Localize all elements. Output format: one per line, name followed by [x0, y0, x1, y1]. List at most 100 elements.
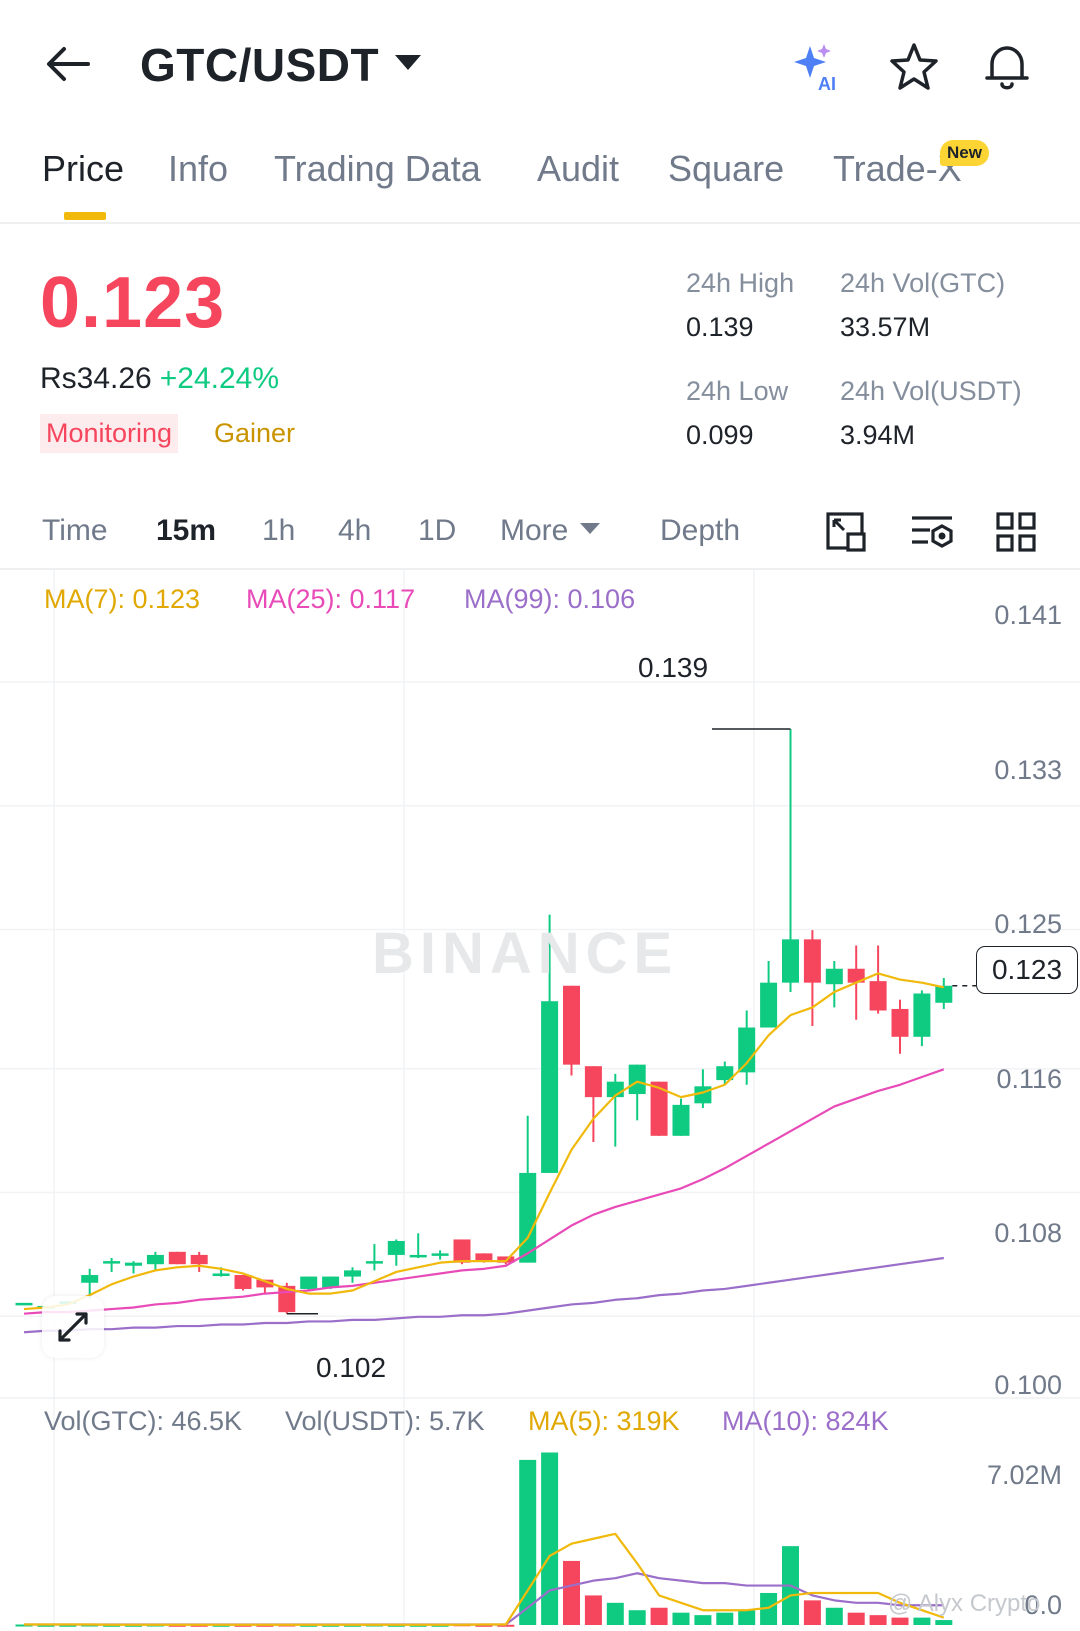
candle-body — [782, 939, 799, 983]
tab-audit[interactable]: Audit — [537, 148, 619, 190]
volume-bar — [672, 1612, 690, 1625]
candle-body — [387, 1240, 405, 1255]
candle-body — [628, 1064, 646, 1095]
y-axis-label: 0.141 — [994, 600, 1062, 630]
low-label: 24h Low — [686, 376, 789, 406]
fullscreen-icon[interactable] — [822, 508, 870, 556]
volume-bar — [563, 1560, 580, 1625]
tab-price[interactable]: Price — [42, 148, 124, 190]
fiat-price: Rs34.26 — [40, 362, 152, 395]
candle-body — [584, 1066, 602, 1098]
tab-square[interactable]: Square — [668, 148, 784, 190]
fiat-price-row: Rs34.26 +24.24% — [40, 362, 279, 396]
low-marker-label: 0.102 — [316, 1352, 387, 1383]
last-price: 0.123 — [40, 263, 226, 343]
price-change: +24.24% — [159, 362, 280, 395]
candle-body — [913, 993, 931, 1037]
vol-quote-label: 24h Vol(USDT) — [840, 376, 1022, 406]
binance-watermark: BINANCE — [372, 921, 679, 986]
high-value: 0.139 — [686, 312, 754, 342]
y-axis-label: 0.116 — [996, 1064, 1062, 1094]
monitoring-tag[interactable]: Monitoring — [40, 414, 179, 453]
candle-body — [431, 1253, 449, 1256]
ma99-legend: MA(99): 0.106 — [464, 584, 636, 614]
volume-bar — [584, 1595, 602, 1625]
tab-trading-data[interactable]: Trading Data — [274, 148, 481, 190]
high-marker-label: 0.139 — [638, 652, 709, 683]
candle-body — [300, 1276, 318, 1289]
expand-chart-button[interactable] — [42, 1296, 104, 1358]
volume-bar — [541, 1452, 559, 1625]
volume-bar — [650, 1607, 668, 1625]
ma7-legend: MA(7): 0.123 — [44, 584, 201, 614]
candle-body — [322, 1276, 340, 1288]
current-price-label: 0.123 — [976, 946, 1078, 994]
volume-bar — [606, 1602, 624, 1625]
candle-body — [825, 968, 843, 985]
volume-bar — [869, 1615, 887, 1625]
depth-tab[interactable]: Depth — [660, 514, 740, 548]
pair-selector[interactable]: GTC/USDT — [140, 38, 422, 92]
candle-body — [475, 1253, 493, 1262]
candle-body — [168, 1251, 186, 1265]
candlestick-chart[interactable] — [0, 570, 1080, 1631]
candle-body — [409, 1254, 427, 1258]
candle-body — [125, 1262, 142, 1266]
volume-bar — [716, 1612, 734, 1625]
high-label: 24h High — [686, 268, 795, 298]
tab-info[interactable]: Info — [168, 148, 228, 190]
ma25-legend: MA(25): 0.117 — [246, 584, 416, 614]
vol-base-value: 33.57M — [840, 312, 931, 342]
candle-body — [453, 1239, 471, 1263]
candle-body — [212, 1273, 230, 1276]
interval-15m[interactable]: 15m — [156, 514, 216, 548]
candle-body — [935, 985, 953, 1003]
gainer-tag[interactable]: Gainer — [214, 418, 295, 449]
new-badge: New — [940, 140, 989, 166]
y-axis-label: 0.100 — [994, 1370, 1062, 1400]
low-value: 0.099 — [686, 420, 754, 450]
volume-bar — [738, 1610, 756, 1625]
candle-body — [15, 1302, 33, 1306]
grid-layout-icon[interactable] — [992, 508, 1040, 556]
vol-ma10-legend: MA(10): 824K — [722, 1406, 889, 1436]
active-tab-indicator — [64, 212, 106, 220]
interval-1d[interactable]: 1D — [418, 514, 456, 548]
volume-bar — [628, 1610, 646, 1625]
volume-bar — [694, 1615, 712, 1625]
y-axis-label: 0.108 — [994, 1218, 1062, 1248]
candle-body — [672, 1104, 690, 1136]
candle-body — [563, 985, 580, 1065]
candle-body — [190, 1254, 208, 1265]
star-icon[interactable] — [887, 40, 941, 94]
candle-body — [146, 1254, 164, 1265]
interval-1h[interactable]: 1h — [262, 514, 295, 548]
vol-quote-legend: Vol(USDT): 5.7K — [285, 1406, 485, 1436]
interval-4h[interactable]: 4h — [338, 514, 371, 548]
indicator-settings-icon[interactable] — [908, 508, 956, 556]
candle-body — [365, 1261, 383, 1264]
candle-body — [344, 1270, 361, 1277]
pair-name: GTC/USDT — [140, 39, 380, 91]
ai-sparkle-icon[interactable]: AI — [790, 40, 844, 94]
vol-ma5-legend: MA(5): 319K — [528, 1406, 680, 1436]
more-label: More — [500, 514, 569, 547]
candle-body — [803, 939, 821, 983]
volume-bar — [891, 1617, 909, 1625]
interval-more[interactable]: More — [500, 514, 601, 548]
volume-bar — [935, 1620, 953, 1625]
back-arrow-icon[interactable] — [44, 42, 92, 86]
volume-bar — [847, 1612, 865, 1625]
interval-time[interactable]: Time — [42, 514, 108, 548]
y-axis-label: 0.133 — [994, 755, 1062, 785]
volume-bar — [825, 1607, 843, 1625]
volume-bar — [803, 1600, 821, 1625]
chevron-down-icon — [395, 55, 422, 71]
candle-body — [103, 1261, 121, 1264]
candle-body — [760, 982, 778, 1028]
candle-body — [738, 1027, 756, 1073]
vol-quote-value: 3.94M — [840, 420, 916, 450]
bell-icon[interactable] — [980, 40, 1034, 94]
chevron-down-icon — [580, 522, 601, 534]
vol-base-legend: Vol(GTC): 46.5K — [44, 1406, 243, 1436]
